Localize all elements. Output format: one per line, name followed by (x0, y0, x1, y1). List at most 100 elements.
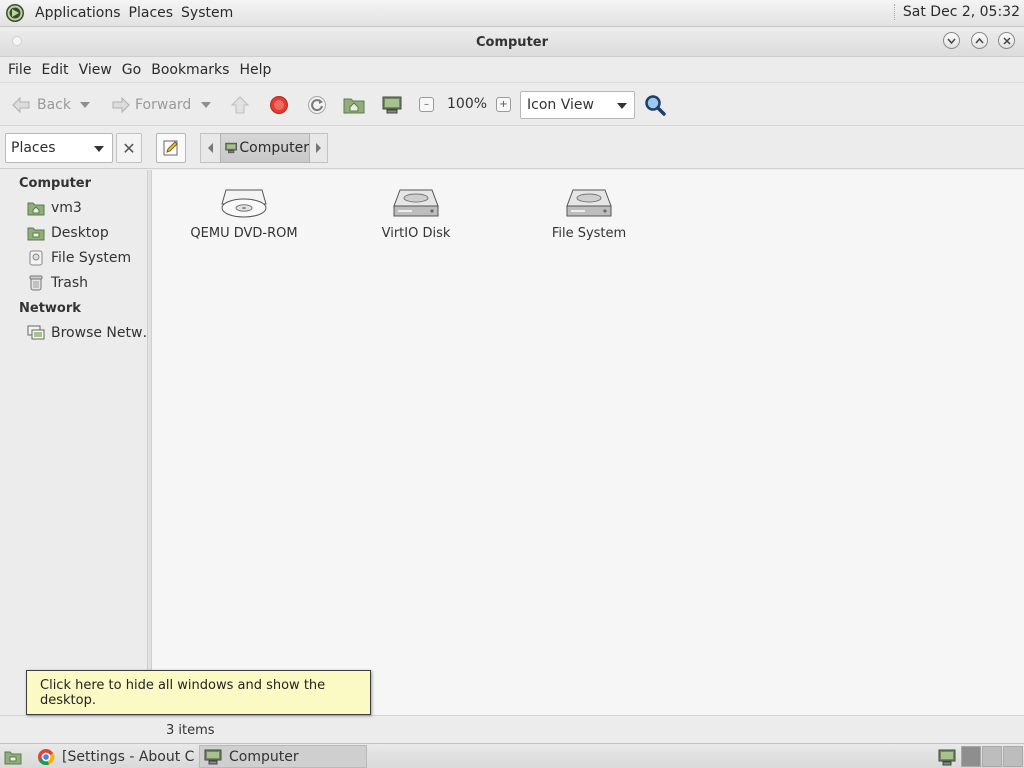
menu-file[interactable]: File (3, 62, 36, 78)
harddisk-icon (393, 189, 439, 217)
taskbar-item-label: [Settings - About C… (62, 748, 196, 765)
icon-item-label: VirtIO Disk (381, 226, 451, 241)
computer-icon (225, 142, 238, 154)
places-sidebar: Computer vm3 Desktop File System Trash N… (0, 170, 148, 715)
network-icon (938, 749, 956, 765)
system-menu[interactable]: System (177, 5, 237, 21)
filesystem-icon (27, 249, 45, 267)
tray-network-icon[interactable] (935, 745, 959, 768)
mate-logo-icon[interactable] (4, 2, 26, 24)
top-panel: Applications Places System Sat Dec 2, 05… (0, 0, 1024, 27)
sidebar-item-filesystem[interactable]: File System (27, 249, 131, 267)
chevron-left-icon (208, 143, 213, 153)
back-button[interactable]: Back (10, 94, 71, 116)
toggle-location-entry-button[interactable] (156, 133, 186, 163)
chrome-icon (37, 748, 55, 766)
menu-bookmarks[interactable]: Bookmarks (146, 62, 234, 78)
tooltip-text: Click here to hide all windows and show … (40, 677, 326, 708)
sidebar-item-trash[interactable]: Trash (27, 274, 88, 292)
sidebar-item-label: Trash (51, 275, 88, 291)
side-pane-value: Places (11, 140, 56, 156)
zoom-out-button[interactable]: – (419, 97, 434, 112)
back-history-dropdown[interactable] (80, 102, 90, 108)
menubar: File Edit View Go Bookmarks Help (0, 57, 1024, 83)
zoom-level[interactable]: 100% (447, 96, 487, 112)
taskbar-item-computer[interactable]: Computer (199, 745, 367, 768)
chevron-down-icon (80, 102, 90, 108)
search-button[interactable] (644, 94, 666, 116)
status-text: 3 items (166, 723, 215, 738)
network-icon (27, 324, 45, 342)
path-scroll-left-button[interactable] (200, 133, 220, 163)
icon-item-dvd-rom[interactable]: QEMU DVD-ROM (184, 186, 304, 241)
chevron-down-icon (617, 103, 627, 109)
clock[interactable]: Sat Dec 2, 05:32 (893, 4, 1020, 20)
close-sidepane-button[interactable]: ✕ (116, 133, 142, 163)
zoom-out-icon: – (419, 97, 434, 112)
trash-icon (27, 274, 45, 292)
applications-menu[interactable]: Applications (31, 5, 125, 21)
stop-button[interactable] (268, 94, 290, 116)
forward-button[interactable]: Forward (110, 94, 191, 116)
home-folder-icon (27, 199, 45, 217)
path-button-label: Computer (239, 140, 309, 156)
taskbar-item-label: Computer (229, 748, 299, 765)
edit-icon (163, 140, 178, 156)
close-icon: ✕ (122, 138, 136, 158)
home-button[interactable] (343, 94, 365, 116)
location-bar: Places ✕ Computer (0, 127, 1024, 169)
show-desktop-icon (4, 748, 22, 766)
zoom-level-label: 100% (447, 96, 488, 112)
sidebar-item-desktop[interactable]: Desktop (27, 224, 109, 242)
taskbar-item-settings[interactable]: [Settings - About C… (34, 745, 196, 768)
chevron-down-icon (201, 102, 211, 108)
sidebar-item-label: Desktop (51, 225, 109, 241)
home-folder-icon (343, 94, 365, 116)
places-menu[interactable]: Places (125, 5, 178, 21)
sidebar-item-label: Browse Netw… (51, 325, 148, 341)
menu-help[interactable]: Help (234, 62, 276, 78)
maximize-button[interactable] (971, 32, 988, 49)
icon-item-virtio-disk[interactable]: VirtIO Disk (356, 186, 476, 241)
sidebar-item-vm3[interactable]: vm3 (27, 199, 82, 217)
menu-edit[interactable]: Edit (36, 62, 73, 78)
up-button[interactable] (229, 94, 251, 116)
zoom-in-icon: + (496, 97, 511, 112)
reload-icon (306, 94, 328, 116)
up-arrow-icon (229, 94, 251, 116)
reload-button[interactable] (306, 94, 328, 116)
window-title: Computer (475, 35, 549, 50)
computer-icon (381, 94, 403, 116)
menu-go[interactable]: Go (117, 62, 146, 78)
workspace-2[interactable] (982, 746, 1002, 767)
chevron-down-icon (94, 146, 104, 152)
icon-view[interactable]: QEMU DVD-ROM VirtIO Disk File System (152, 170, 1024, 715)
toolbar: Back Forward – 100% + Icon View (0, 84, 1024, 126)
show-desktop-tooltip: Click here to hide all windows and show … (26, 670, 371, 715)
sidebar-item-browse-network[interactable]: Browse Netw… (27, 324, 148, 342)
icon-item-file-system[interactable]: File System (529, 186, 649, 241)
show-desktop-button[interactable] (1, 745, 27, 768)
path-button-computer[interactable]: Computer (220, 133, 310, 163)
view-mode-select[interactable]: Icon View (520, 91, 635, 119)
bottom-panel: [Settings - About C… Computer (0, 743, 1024, 768)
menu-view[interactable]: View (74, 62, 117, 78)
computer-icon (204, 748, 222, 766)
workspace-3[interactable] (1003, 746, 1023, 767)
stop-icon (268, 94, 290, 116)
icon-item-label: QEMU DVD-ROM (190, 226, 298, 241)
close-button[interactable] (998, 32, 1015, 49)
zoom-in-button[interactable]: + (496, 97, 511, 112)
forward-history-dropdown[interactable] (201, 102, 211, 108)
sidebar-section-network: Network (19, 301, 81, 316)
path-scroll-right-button[interactable] (310, 133, 328, 163)
minimize-button[interactable] (943, 32, 960, 49)
workspace-1[interactable] (961, 746, 981, 767)
statusbar: 3 items (0, 715, 1024, 743)
window-titlebar[interactable]: Computer (0, 27, 1024, 57)
sidebar-item-label: File System (51, 250, 132, 266)
forward-arrow-icon (110, 94, 132, 116)
computer-button[interactable] (381, 94, 403, 116)
harddisk-icon (566, 189, 612, 217)
side-pane-select[interactable]: Places (5, 133, 113, 163)
